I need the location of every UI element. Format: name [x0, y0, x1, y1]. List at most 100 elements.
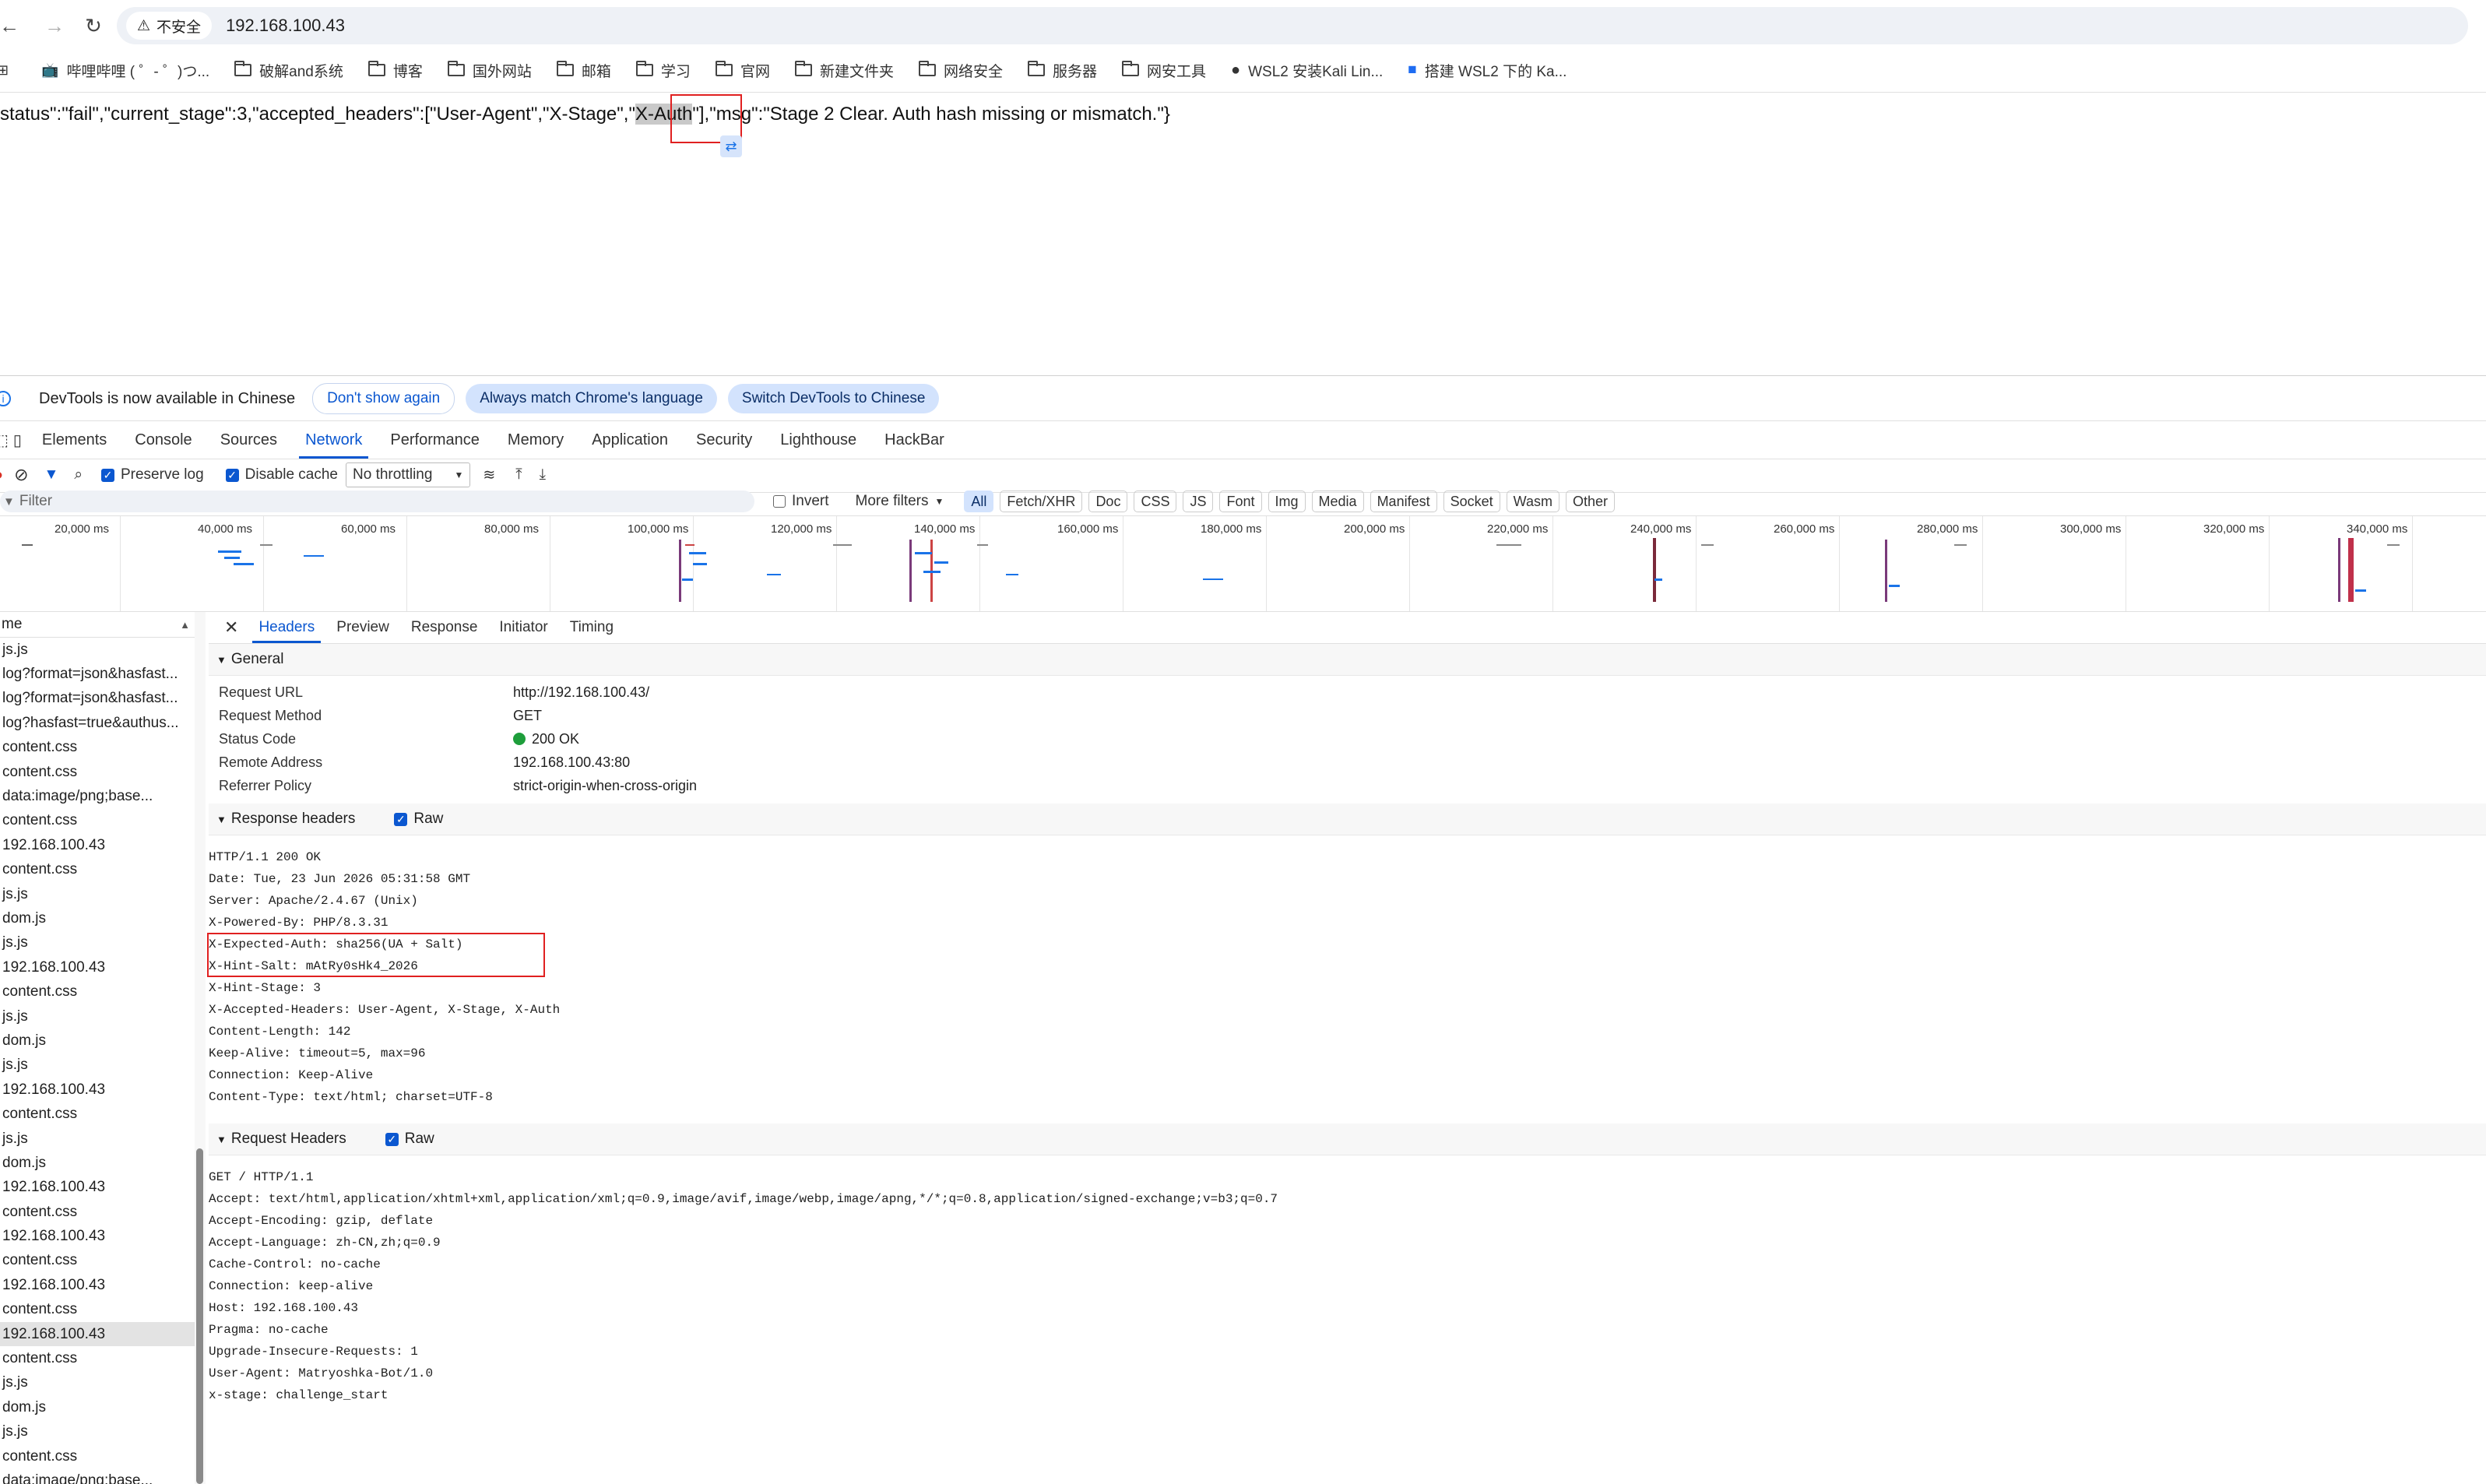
request-row[interactable]: log?format=json&hasfast... [0, 662, 195, 686]
network-overview-timeline[interactable]: 20,000 ms 40,000 ms 60,000 ms 80,000 ms 100,… [0, 515, 2486, 612]
bookmark-item[interactable]: 国外网站 [447, 60, 532, 81]
details-tab-timing[interactable]: Timing [559, 612, 624, 643]
response-raw-checkbox[interactable]: ✓ [394, 812, 408, 826]
bookmark-item[interactable]: 新建文件夹 [794, 60, 894, 81]
type-filter-all[interactable]: All [964, 491, 994, 512]
back-icon[interactable]: ← [0, 10, 25, 41]
request-row[interactable]: dom.js [0, 1151, 195, 1175]
request-row[interactable]: js.js [0, 638, 195, 662]
translate-icon[interactable]: ⇄ [720, 135, 742, 157]
throttling-select[interactable]: No throttling ▼ [346, 462, 471, 487]
request-row[interactable]: content.css [0, 1200, 195, 1224]
security-chip[interactable]: ⚠ 不安全 [126, 12, 213, 40]
record-icon[interactable]: ● [0, 466, 3, 484]
request-row[interactable]: content.css [0, 1444, 195, 1468]
type-filter-doc[interactable]: Doc [1088, 491, 1128, 512]
bookmark-item[interactable]: 学习 [635, 60, 691, 81]
general-section-header[interactable]: ▼ General [209, 644, 2486, 676]
inspect-element-icon[interactable]: ⬚ [0, 431, 9, 450]
tab-security[interactable]: Security [682, 421, 766, 459]
request-row[interactable]: 192.168.100.43 [0, 833, 195, 857]
omnibox[interactable]: ⚠ 不安全 192.168.100.43 [117, 7, 2468, 44]
request-raw-checkbox[interactable]: ✓ [385, 1132, 399, 1146]
request-row[interactable]: 192.168.100.43 [0, 1078, 195, 1102]
bookmark-item[interactable]: ■ 搭建 WSL2 下的 Ka... [1408, 60, 1566, 81]
request-row[interactable]: content.css [0, 736, 195, 760]
filter-input[interactable]: ▼ Filter [0, 491, 754, 512]
request-row[interactable]: content.css [0, 1102, 195, 1126]
url-text[interactable]: 192.168.100.43 [226, 16, 345, 36]
type-filter-js[interactable]: JS [1183, 491, 1214, 512]
type-filter-other[interactable]: Other [1565, 491, 1615, 512]
bookmark-item[interactable]: 官网 [715, 60, 770, 81]
details-tab-initiator[interactable]: Initiator [488, 612, 558, 643]
request-row[interactable]: js.js [0, 1004, 195, 1029]
request-row[interactable]: dom.js [0, 1029, 195, 1053]
type-filter-fetch-xhr[interactable]: Fetch/XHR [1000, 491, 1083, 512]
name-column-header[interactable]: me ▲ [0, 612, 195, 638]
tab-sources[interactable]: Sources [206, 421, 291, 459]
switch-to-chinese-button[interactable]: Switch DevTools to Chinese [727, 384, 940, 413]
type-filter-socket[interactable]: Socket [1443, 491, 1500, 512]
network-conditions-icon[interactable]: ≋ [483, 466, 495, 484]
request-row[interactable]: content.css [0, 1346, 195, 1370]
details-tab-headers[interactable]: Headers [248, 612, 325, 643]
tab-performance[interactable]: Performance [376, 421, 494, 459]
request-row[interactable]: 192.168.100.43 [0, 1273, 195, 1297]
dont-show-again-button[interactable]: Don't show again [312, 383, 455, 414]
type-filter-manifest[interactable]: Manifest [1370, 491, 1437, 512]
tab-application[interactable]: Application [578, 421, 682, 459]
request-row[interactable]: js.js [0, 1420, 195, 1444]
details-tab-preview[interactable]: Preview [325, 612, 400, 643]
export-har-icon[interactable]: ⤓ [540, 466, 546, 484]
tab-lighthouse[interactable]: Lighthouse [766, 421, 870, 459]
request-row[interactable]: content.css [0, 979, 195, 1004]
type-filter-css[interactable]: CSS [1134, 491, 1177, 512]
request-row[interactable]: data:image/png;base... [0, 784, 195, 808]
request-row[interactable]: 192.168.100.43 [0, 955, 195, 979]
request-row[interactable]: content.css [0, 1298, 195, 1322]
import-har-icon[interactable]: ⤒ [515, 466, 522, 484]
filter-icon[interactable]: ▼ [44, 466, 59, 484]
reload-icon[interactable]: ↻ [78, 10, 109, 41]
request-row[interactable]: 192.168.100.43 [0, 1224, 195, 1248]
bookmark-item[interactable]: 博客 [367, 60, 423, 81]
tab-console[interactable]: Console [121, 421, 206, 459]
more-filters-dropdown[interactable]: More filters ▼ [856, 493, 944, 510]
search-icon[interactable]: ⌕ [74, 466, 83, 484]
bookmark-item[interactable]: 网安工具 [1122, 60, 1206, 81]
bookmark-item[interactable]: ● WSL2 安装Kali Lin... [1231, 60, 1383, 81]
always-match-language-button[interactable]: Always match Chrome's language [466, 384, 717, 413]
invert-checkbox[interactable] [773, 495, 786, 508]
request-row[interactable]: content.css [0, 1249, 195, 1273]
bookmark-item[interactable]: 📺 哔哩哔哩 ( ゜- ゜)つ... [41, 60, 209, 81]
request-headers-section-header[interactable]: ▼ Request Headers ✓ Raw [209, 1124, 2486, 1155]
request-row[interactable]: content.css [0, 809, 195, 833]
type-filter-font[interactable]: Font [1219, 491, 1262, 512]
request-row[interactable]: js.js [0, 882, 195, 906]
request-row[interactable]: js.js [0, 1371, 195, 1395]
apps-grid-icon[interactable]: ⊞ [0, 62, 9, 79]
request-row[interactable]: js.js [0, 1053, 195, 1078]
request-row[interactable]: data:image/png;base... [0, 1468, 195, 1484]
type-filter-img[interactable]: Img [1268, 491, 1306, 512]
request-row[interactable]: content.css [0, 760, 195, 784]
bookmark-item[interactable]: 邮箱 [556, 60, 611, 81]
preserve-log-checkbox[interactable]: ✓ [100, 468, 114, 482]
tab-elements[interactable]: Elements [28, 421, 121, 459]
request-row[interactable]: 192.168.100.43 [0, 1176, 195, 1200]
request-row[interactable]: dom.js [0, 1395, 195, 1419]
details-tab-response[interactable]: Response [400, 612, 489, 643]
scrollbar-thumb[interactable] [196, 1148, 203, 1484]
request-row[interactable]: dom.js [0, 906, 195, 930]
request-row[interactable]: js.js [0, 931, 195, 955]
tab-network[interactable]: Network [291, 421, 376, 459]
tab-hackbar[interactable]: HackBar [870, 421, 958, 459]
forward-icon[interactable]: → [39, 10, 70, 41]
request-row[interactable]: log?format=json&hasfast... [0, 687, 195, 711]
response-headers-section-header[interactable]: ▼ Response headers ✓ Raw [209, 804, 2486, 835]
tab-memory[interactable]: Memory [494, 421, 578, 459]
bookmark-item[interactable]: 破解and系统 [234, 60, 343, 81]
request-row[interactable]: 192.168.100.43 [0, 1321, 195, 1347]
type-filter-wasm[interactable]: Wasm [1506, 491, 1559, 512]
